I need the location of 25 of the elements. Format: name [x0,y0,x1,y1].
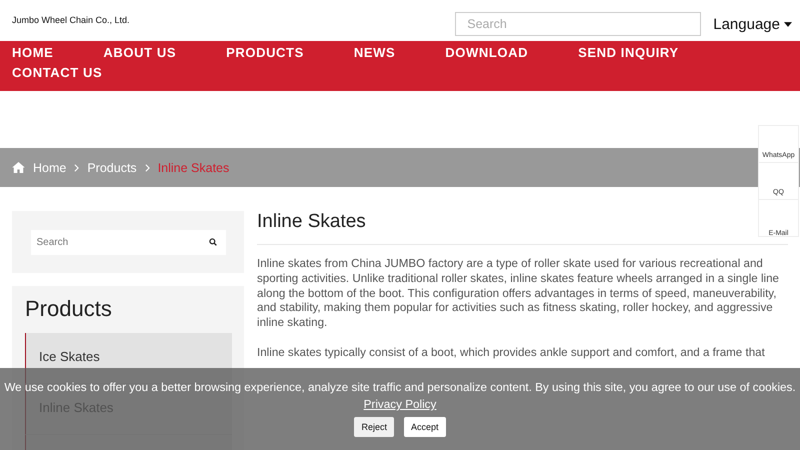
accept-button[interactable]: Accept [404,417,446,437]
nav-link[interactable]: SEND INQUIRY [578,45,679,61]
caret-icon [784,22,792,27]
nav-link[interactable]: PRODUCTS [226,45,304,61]
chevron-icon [144,164,150,172]
search-field[interactable]: Search [30,230,226,254]
breadcrumb-link[interactable]: Products [87,160,137,174]
home-icon [12,162,25,173]
search-icon [208,238,216,246]
nav-link[interactable]: CONTACT US [12,65,102,81]
nav-link[interactable]: ABOUT US [103,45,176,61]
chevron-icon [74,164,80,172]
breadcrumb-link[interactable]: Home [33,160,66,174]
reject-button[interactable]: Reject [354,417,394,437]
language-dropdown[interactable]: Language [713,16,792,33]
nav-link[interactable]: NEWS [354,45,396,61]
search-field[interactable]: Search [455,12,702,36]
paragraph: Inline skates typically consist of a boot, which provides ankle support and comfort, and a frame that [257,346,766,361]
paragraph: Inline skates from China JUMBO factory are a type of roller skate used for various recreational and sporting activities. Unlike traditional roller skates, inline skates feature wheels arranged in a single line along the bottom of the boot. This configuration offers advantages in terms of speed, maneuverability, and stability, making them popular for activities such as fitness skating, roller hockey, and aggressive inline skating. [257,257,780,331]
panel-title: Products [25,296,113,322]
privacy-policy-link[interactable]: Privacy Policy [364,398,436,411]
nav-link[interactable]: DOWNLOAD [445,45,528,61]
nav-link[interactable]: HOME [12,45,54,61]
cookie-message: We use cookies to offer you a better browsing experience, analyze site traffic and personalize content. By using this site, you agree to our use of cookies. [4,381,796,394]
company-name: Jumbo Wheel Chain Co., Ltd. [12,14,131,24]
